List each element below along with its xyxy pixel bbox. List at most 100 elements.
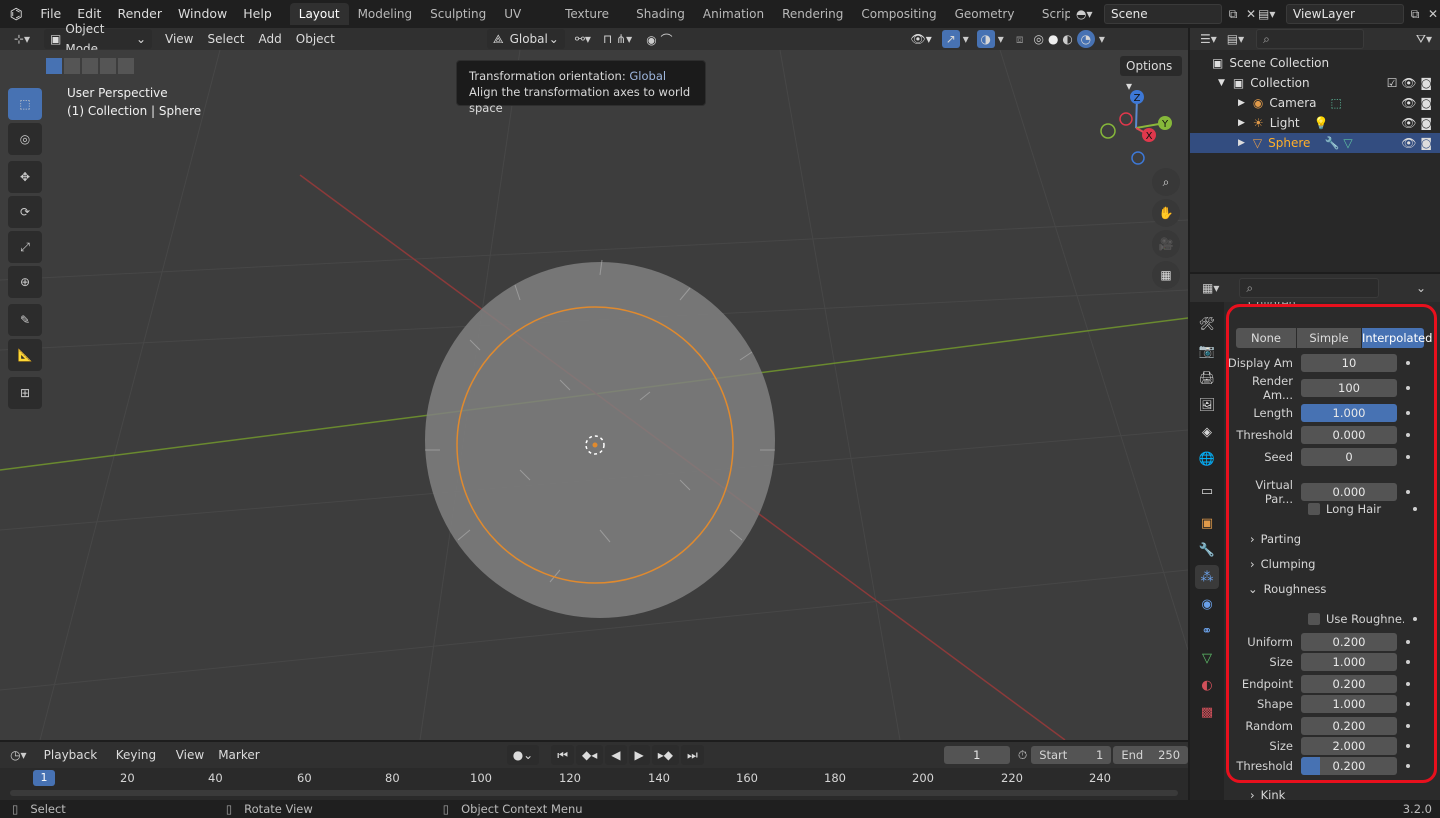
mesh-data-icon[interactable]: ▽ (1343, 136, 1352, 150)
rotate-tool-icon[interactable]: ⟳ (8, 196, 42, 228)
kink-subpanel[interactable]: › Kink (1250, 788, 1285, 800)
play-reverse-icon[interactable]: ◀ (605, 745, 627, 765)
visibility-icon[interactable]: 👁 ◙ (1401, 136, 1432, 150)
tab-shading[interactable]: Shading (627, 3, 694, 25)
material-tab-icon[interactable]: ◐ (1195, 673, 1219, 697)
outliner-item-camera[interactable]: ▶ ◉ Camera ⬚ 👁 ◙ (1190, 93, 1440, 113)
tab-scripting[interactable]: Scripting (1033, 3, 1070, 25)
properties-editor-icon[interactable]: ▦▾ (1202, 281, 1219, 295)
editor-type-icon[interactable]: ⊹▾ (0, 32, 44, 46)
timeline-editor-icon[interactable]: ◷▾ (0, 748, 37, 762)
menu-file[interactable]: File (32, 0, 69, 28)
tab-rendering[interactable]: Rendering (773, 3, 852, 25)
timeline-scrollbar[interactable] (10, 790, 1178, 796)
outliner-item-sphere[interactable]: ▶ ▽ Sphere 🔧 ▽ 👁 ◙ (1190, 133, 1440, 153)
options-dropdown[interactable]: Options ▾ (1120, 56, 1182, 93)
record-icon[interactable]: ●⌄ (506, 745, 540, 765)
scene-name-field[interactable]: Scene (1104, 4, 1222, 24)
pivot-icon[interactable]: ⚯▾ (575, 32, 591, 46)
gizmo-toggle-icon[interactable]: ↗ (941, 30, 960, 48)
next-keyframe-icon[interactable]: ▸◆ (651, 745, 680, 765)
scene-tab-icon[interactable]: ◈ (1195, 420, 1219, 444)
modifier-tab-icon[interactable]: 🔧 (1195, 538, 1219, 562)
camera-view-icon[interactable]: 🎥 (1152, 230, 1180, 258)
tab-layout[interactable]: Layout (289, 3, 349, 25)
playhead[interactable]: 1 (33, 770, 55, 786)
menu-object[interactable]: Object (289, 29, 342, 49)
zoom-icon[interactable]: ⌕ (1152, 168, 1180, 196)
delete-view-layer-icon[interactable]: ✕ (1426, 7, 1440, 21)
start-frame-field[interactable]: Start 1 (1031, 746, 1112, 764)
display-mode-icon[interactable]: ▤▾ (1227, 32, 1244, 46)
snap-icon[interactable]: ⊓ ⋔▾ (603, 32, 632, 46)
new-scene-icon[interactable]: ⧉ (1222, 7, 1244, 22)
outliner-search-input[interactable]: ⌕ (1256, 29, 1365, 49)
scene-icon[interactable]: ◓▾ (1076, 7, 1104, 21)
fur-sphere[interactable] (425, 262, 775, 618)
select-invert-icon[interactable] (100, 58, 116, 74)
tab-animation[interactable]: Animation (694, 3, 773, 25)
3d-viewport[interactable]: ⬚ ◎ ✥ ⟳ ⤢ ⊕ ✎ 📐 ⊞ User Perspective (1) C… (0, 50, 1188, 740)
measure-tool-icon[interactable]: 📐 (8, 339, 42, 371)
tab-texture-paint[interactable]: Texture Paint (556, 3, 627, 43)
menu-select[interactable]: Select (200, 29, 251, 49)
menu-add[interactable]: Add (252, 29, 289, 49)
light-data-icon[interactable]: 💡 (1314, 116, 1329, 130)
pan-hand-icon[interactable]: ✋ (1152, 199, 1180, 227)
ortho-grid-icon[interactable]: ▦ (1152, 261, 1180, 289)
rendered-shading-icon[interactable]: ◔ (1076, 30, 1095, 48)
object-tab-icon[interactable]: ▣ (1195, 511, 1219, 535)
blender-logo-icon[interactable]: ⌬ (0, 0, 32, 28)
proportional-edit-icon[interactable]: ◉ ⌒ (646, 31, 672, 48)
overlay-toggle-icon[interactable]: ◑ (976, 30, 995, 48)
end-frame-field[interactable]: End 250 (1113, 746, 1189, 764)
new-view-layer-icon[interactable]: ⧉ (1404, 7, 1426, 22)
view-layer-field[interactable]: ViewLayer (1286, 4, 1404, 24)
tab-sculpting[interactable]: Sculpting (421, 3, 495, 25)
jump-start-icon[interactable]: ⏮ (551, 745, 575, 765)
chevron-right-icon[interactable]: ▶ (1238, 98, 1245, 108)
particles-tab-icon[interactable]: ⁂ (1195, 565, 1219, 589)
material-shading-icon[interactable]: ◐ (1062, 32, 1072, 46)
annotate-tool-icon[interactable]: ✎ (8, 304, 42, 336)
wireframe-shading-icon[interactable]: ◎ (1033, 32, 1043, 46)
select-extend-icon[interactable] (64, 58, 80, 74)
view-layer-tab-icon[interactable]: 🖼 (1195, 393, 1219, 417)
outliner-collection[interactable]: ▼ ▣ Collection ☑ 👁 ◙ (1190, 73, 1440, 93)
add-cube-tool-icon[interactable]: ⊞ (8, 377, 42, 409)
visibility-icon[interactable]: 👁 ◙ (1401, 116, 1432, 130)
prev-keyframe-icon[interactable]: ◆◂ (576, 745, 604, 765)
delete-scene-icon[interactable]: ✕ (1244, 7, 1258, 21)
outliner-editor-icon[interactable]: ☰▾ (1200, 32, 1217, 46)
filter-icon[interactable]: ⛛▾ (1416, 32, 1432, 47)
timeline-ruler[interactable]: 1 20 40 60 80 100 120 140 160 180 200 22… (0, 768, 1188, 800)
tab-geometry-nodes[interactable]: Geometry Nodes (946, 3, 1033, 43)
output-tab-icon[interactable]: 🖨 (1195, 366, 1219, 390)
select-new-icon[interactable] (46, 58, 62, 74)
tab-uv-editing[interactable]: UV Editing (495, 3, 556, 43)
play-icon[interactable]: ▶ (628, 745, 650, 765)
menu-keying[interactable]: Keying ▾ (109, 745, 169, 782)
checkbox-icon[interactable]: ☑ 👁 ◙ (1387, 76, 1432, 90)
visibility-icon[interactable]: 👁▾ (910, 32, 931, 46)
jump-end-icon[interactable]: ⏭ (681, 745, 704, 765)
mode-dropdown[interactable]: ▣ Object Mode ⌄ (44, 22, 152, 56)
world-tab-icon[interactable]: 🌐 (1195, 447, 1219, 471)
select-box-tool-icon[interactable]: ⬚ (8, 88, 42, 120)
collection-tab-icon[interactable]: ▭ (1195, 479, 1219, 503)
transform-tool-icon[interactable]: ⊕ (8, 266, 42, 298)
navigation-gizmo[interactable]: Z Y X (1096, 88, 1176, 168)
tab-modeling[interactable]: Modeling (349, 3, 422, 25)
outliner-scene-collection[interactable]: ▣ Scene Collection (1190, 53, 1440, 73)
camera-data-icon[interactable]: ⬚ (1331, 96, 1342, 110)
data-tab-icon[interactable]: ▽ (1195, 646, 1219, 670)
outliner-item-light[interactable]: ▶ ☀ Light 💡 👁 ◙ (1190, 113, 1440, 133)
menu-marker[interactable]: Marker (211, 745, 266, 765)
chevron-right-icon[interactable]: ▶ (1238, 118, 1245, 128)
menu-playback[interactable]: Playback ▾ (37, 745, 109, 782)
texture-tab-icon[interactable]: ▩ (1195, 700, 1219, 724)
menu-help[interactable]: Help (235, 0, 280, 28)
orientation-dropdown[interactable]: ⟁ Global ⌄ (486, 29, 565, 49)
chevron-down-icon[interactable]: ⌄ (1416, 281, 1426, 295)
tool-tab-icon[interactable]: 🛠 (1195, 312, 1219, 336)
